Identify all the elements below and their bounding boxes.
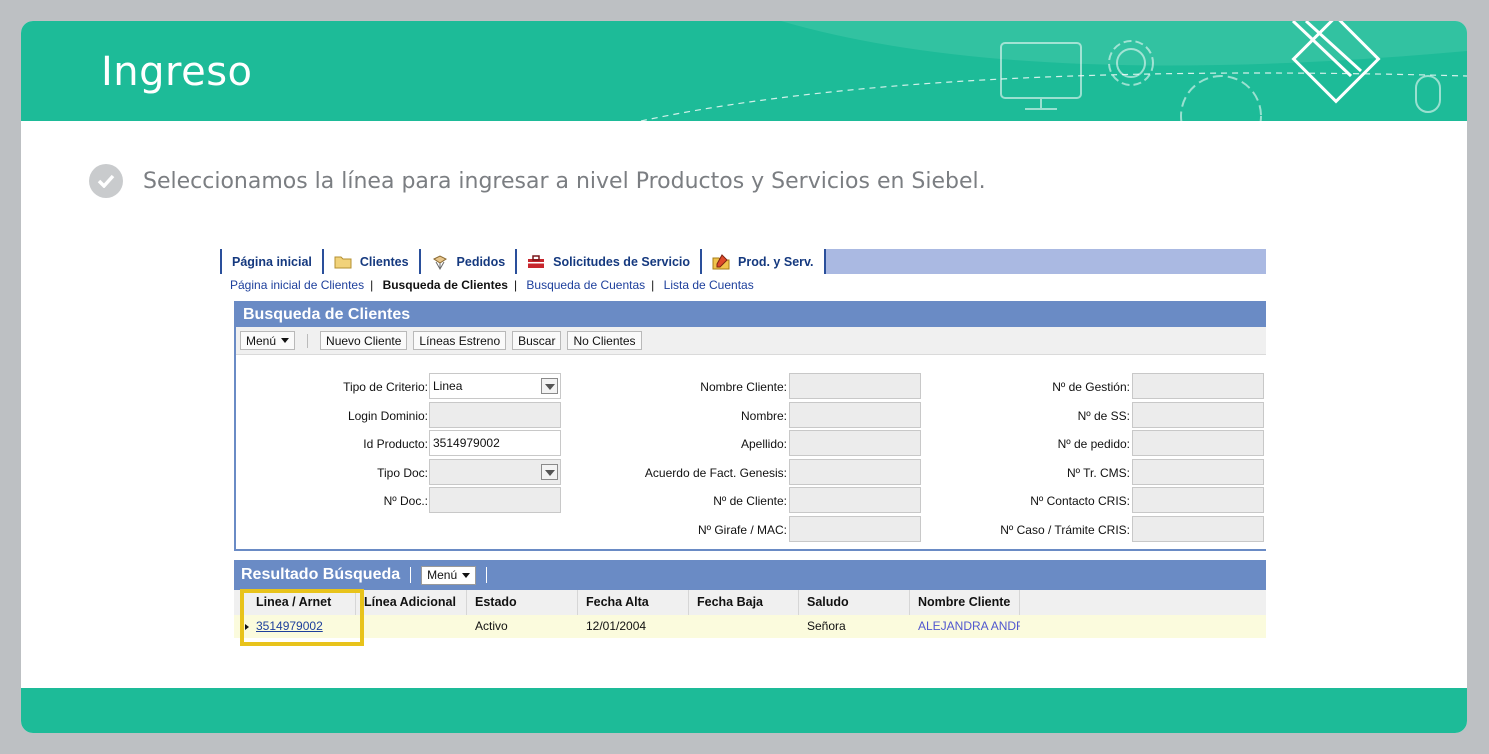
subnav-busqueda-clientes[interactable]: Busqueda de Clientes (383, 278, 508, 292)
nro-caso-cris-field[interactable] (1132, 516, 1264, 542)
nombre-cliente-label: Nombre Cliente: (700, 380, 787, 394)
no-clientes-button[interactable]: No Clientes (567, 331, 642, 350)
header-divider (410, 567, 412, 583)
menu-button[interactable]: Menú (240, 331, 296, 350)
subnav-pagina-inicial-clientes[interactable]: Página inicial de Clientes (230, 278, 364, 292)
nro-cliente-field[interactable] (789, 487, 921, 513)
nro-caso-cris-label: Nº Caso / Trámite CRIS: (1000, 523, 1130, 537)
lineas-estreno-button[interactable]: Líneas Estreno (413, 331, 507, 350)
tab-pagina-inicial[interactable]: Página inicial (220, 249, 324, 274)
acuerdo-fact-field[interactable] (789, 459, 921, 485)
nro-pedido-field[interactable] (1132, 430, 1264, 456)
login-dominio-field[interactable] (429, 402, 561, 428)
nro-tr-cms-field[interactable] (1132, 459, 1264, 485)
search-toolbar: Menú Nuevo Cliente Líneas Estreno Buscar… (236, 327, 1266, 355)
tab-solicitudes[interactable]: Solicitudes de Servicio (517, 249, 703, 274)
search-form: Tipo de Criterio: Linea Login Dominio: I… (236, 373, 1268, 551)
nuevo-cliente-button[interactable]: Nuevo Cliente (320, 331, 408, 350)
nro-tr-cms-label: Nº Tr. CMS: (1066, 466, 1130, 480)
folder-icon (334, 254, 352, 270)
nro-contacto-cris-field[interactable] (1132, 487, 1264, 513)
search-panel: Busqueda de Clientes Menú Nuevo Cliente … (234, 301, 1266, 551)
check-icon (89, 164, 123, 198)
chevron-down-icon (281, 338, 290, 343)
cell-estado: Activo (475, 619, 508, 633)
dropdown-arrow-icon[interactable] (541, 378, 558, 394)
edit-folder-icon (712, 253, 730, 270)
results-menu-button[interactable]: Menú (421, 565, 477, 585)
table-row[interactable]: 3514979002 Activo 12/01/2004 Señora ALEJ… (234, 615, 1266, 638)
sub-navigation: Página inicial de Clientes | Busqueda de … (230, 278, 754, 292)
cell-saludo: Señora (807, 619, 846, 633)
chevron-down-icon (462, 572, 471, 578)
cell-fecha-baja (689, 615, 799, 638)
buscar-button[interactable]: Buscar (512, 331, 562, 350)
nro-gestion-field[interactable] (1132, 373, 1264, 399)
nro-doc-field[interactable] (429, 487, 561, 513)
col-fecha-alta[interactable]: Fecha Alta (578, 590, 689, 615)
nombre-field[interactable] (789, 402, 921, 428)
tab-prod-serv[interactable]: Prod. y Serv. (702, 249, 826, 274)
slide-title: Ingreso (101, 49, 253, 95)
cell-fecha-alta: 12/01/2004 (586, 619, 647, 633)
col-estado[interactable]: Estado (467, 590, 578, 615)
highlight-box (240, 589, 364, 646)
apellido-field[interactable] (789, 430, 921, 456)
nro-gestion-label: Nº de Gestión: (1052, 380, 1130, 394)
header-divider (486, 567, 488, 583)
slide-footer (21, 688, 1467, 733)
slide-header: Ingreso (21, 21, 1467, 121)
tipo-doc-label: Tipo Doc: (377, 466, 428, 480)
tipo-doc-select[interactable] (429, 459, 561, 485)
nro-doc-label: Nº Doc.: (383, 494, 428, 508)
results-header: Resultado Búsqueda Menú (234, 560, 1266, 590)
acuerdo-fact-label: Acuerdo de Fact. Genesis: (644, 466, 787, 480)
slide: Ingreso Seleccionamos la línea para ingr… (21, 21, 1467, 733)
nro-contacto-cris-label: Nº Contacto CRIS: (1030, 494, 1130, 508)
tab-clientes[interactable]: Clientes (323, 249, 421, 274)
search-panel-title: Busqueda de Clientes (236, 303, 1266, 327)
siebel-screenshot: Página inicial Clientes Pedidos Solicitu… (220, 249, 1266, 649)
subnav-busqueda-cuentas[interactable]: Busqueda de Cuentas (526, 278, 645, 292)
nro-ss-field[interactable] (1132, 402, 1264, 428)
tipo-criterio-select[interactable]: Linea (429, 373, 561, 399)
col-saludo[interactable]: Saludo (799, 590, 910, 615)
tipo-criterio-label: Tipo de Criterio: (343, 380, 428, 394)
toolbox-icon (527, 254, 545, 270)
toolbar-divider (307, 333, 309, 348)
dropdown-arrow-icon[interactable] (541, 464, 558, 480)
cell-linea-adicional (356, 615, 467, 638)
results-title: Resultado Búsqueda (241, 566, 401, 583)
id-producto-label: Id Producto: (363, 437, 428, 451)
package-icon (431, 254, 449, 270)
nro-pedido-label: Nº de pedido: (1057, 437, 1130, 451)
girafe-mac-label: Nº Girafe / MAC: (697, 523, 787, 537)
bullet-text: Seleccionamos la línea para ingresar a n… (143, 168, 986, 194)
nro-ss-label: Nº de SS: (1077, 409, 1130, 423)
col-nombre-cliente[interactable]: Nombre Cliente (910, 590, 1020, 615)
results-grid-header: Linea / Arnet Línea Adicional Estado Fec… (234, 590, 1266, 615)
login-dominio-label: Login Dominio: (347, 409, 428, 423)
id-producto-field[interactable]: 3514979002 (429, 430, 561, 456)
results-panel: Resultado Búsqueda Menú Linea / Arnet Lí… (234, 560, 1266, 649)
tab-bar: Página inicial Clientes Pedidos Solicitu… (220, 249, 1266, 274)
subnav-lista-cuentas[interactable]: Lista de Cuentas (664, 278, 754, 292)
col-fecha-baja[interactable]: Fecha Baja (689, 590, 799, 615)
cell-nombre-cliente: ALEJANDRA ANDRE... (918, 619, 1020, 633)
col-linea-adicional[interactable]: Línea Adicional (356, 590, 467, 615)
nombre-cliente-field[interactable] (789, 373, 921, 399)
tab-pedidos[interactable]: Pedidos (420, 249, 518, 274)
nro-cliente-label: Nº de Cliente: (713, 494, 787, 508)
nombre-label: Nombre: (740, 409, 787, 423)
bullet: Seleccionamos la línea para ingresar a n… (89, 164, 986, 198)
girafe-mac-field[interactable] (789, 516, 921, 542)
apellido-label: Apellido: (740, 437, 787, 451)
